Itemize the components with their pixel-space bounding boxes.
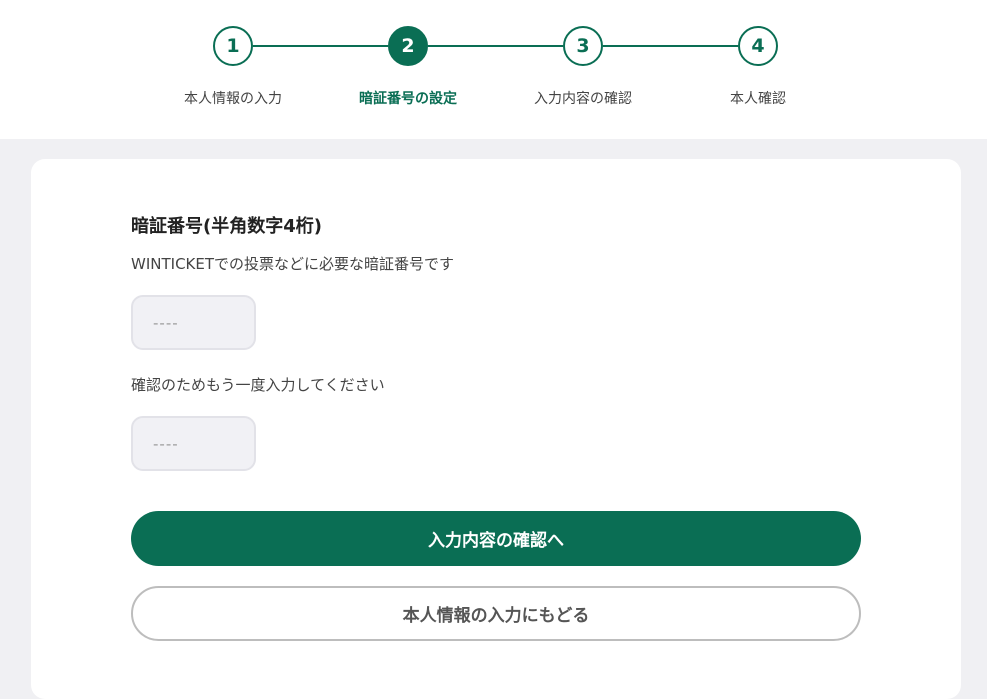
back-to-personal-info-button[interactable]: 本人情報の入力にもどる [131,586,861,641]
step-4-label: 本人確認 [730,91,786,107]
step-1-circle: 1 [213,26,253,66]
step-3-circle: 3 [563,26,603,66]
pin-description: WINTICKETでの投票などに必要な暗証番号です [131,255,455,273]
step-3-label: 入力内容の確認 [534,91,632,107]
step-2-circle: 2 [388,26,428,66]
step-4-circle: 4 [738,26,778,66]
confirm-input-button[interactable]: 入力内容の確認へ [131,511,861,566]
pin-input[interactable] [131,295,256,350]
step-1-label: 本人情報の入力 [184,91,282,107]
step-connector [428,45,563,47]
pin-confirm-label: 確認のためもう一度入力してください [131,376,385,394]
pin-setup-card: 暗証番号(半角数字4桁) WINTICKETでの投票などに必要な暗証番号です 確… [31,159,961,699]
step-connector [603,45,738,47]
step-2-label: 暗証番号の設定 [359,91,457,107]
step-connector [253,45,388,47]
pin-section-title: 暗証番号(半角数字4桁) [131,216,322,237]
progress-stepper: 1 2 3 4 本人情報の入力 暗証番号の設定 入力内容の確認 本人確認 [0,0,987,139]
pin-confirm-input[interactable] [131,416,256,471]
